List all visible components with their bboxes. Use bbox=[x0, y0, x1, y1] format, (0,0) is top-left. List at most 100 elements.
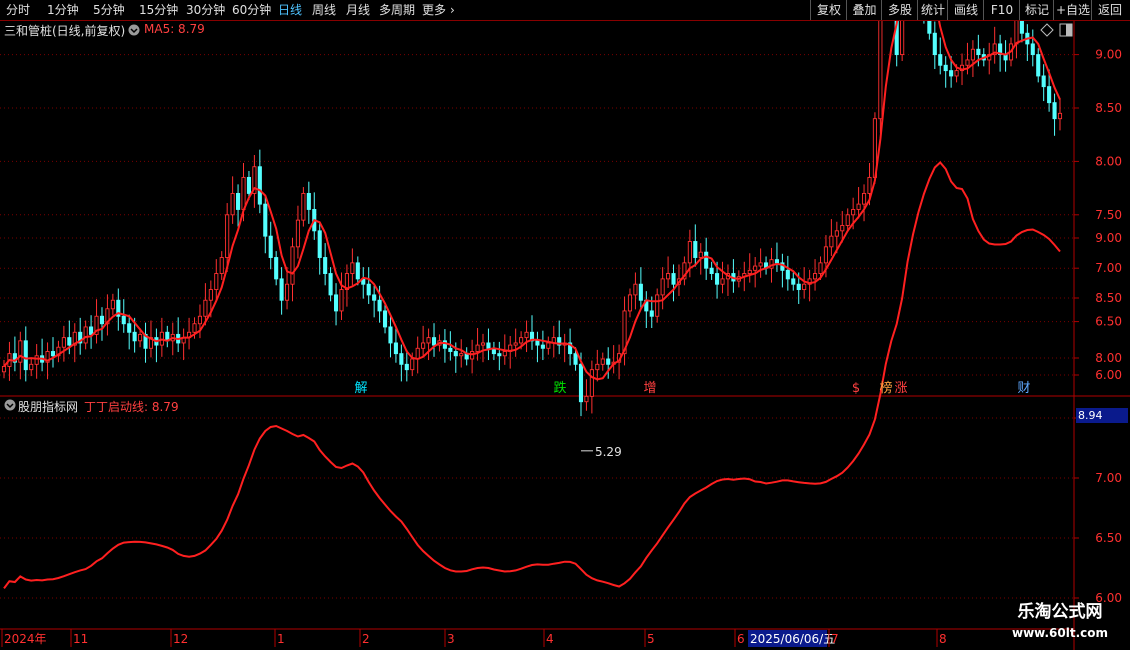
candle bbox=[159, 317, 164, 357]
x-tick-label: 2024年 bbox=[4, 632, 47, 646]
period-tab-weekly[interactable]: 周线 bbox=[312, 0, 336, 20]
candle-body bbox=[480, 342, 486, 346]
overlay-button[interactable]: 叠加 bbox=[846, 0, 882, 20]
candle-body bbox=[747, 269, 752, 274]
y-tick-label: 9.00 bbox=[1095, 231, 1122, 245]
diamond-icon bbox=[1040, 23, 1054, 37]
candle bbox=[529, 315, 535, 350]
multi-stock-button[interactable]: 多股 bbox=[881, 0, 918, 20]
candle-body bbox=[720, 278, 725, 285]
y-tick-label: 8.00 bbox=[1095, 351, 1122, 365]
back-button[interactable]: 返回 bbox=[1091, 0, 1128, 20]
period-tab-fenshi[interactable]: 分时 bbox=[6, 0, 30, 20]
chevron-right-icon[interactable]: › bbox=[450, 0, 455, 20]
candle-body bbox=[823, 246, 828, 264]
f10-button[interactable]: F10 bbox=[983, 0, 1020, 20]
candle bbox=[388, 315, 393, 358]
candle bbox=[279, 267, 284, 315]
event-marker: $ bbox=[852, 381, 860, 396]
period-tab-1min[interactable]: 1分钟 bbox=[47, 0, 79, 20]
candle bbox=[627, 288, 633, 318]
period-tab-monthly[interactable]: 月线 bbox=[346, 0, 370, 20]
candle-body bbox=[829, 235, 834, 248]
event-marker: 跌 bbox=[553, 380, 566, 396]
candle-body bbox=[377, 299, 382, 312]
candle-body bbox=[241, 176, 246, 210]
candle bbox=[382, 304, 388, 334]
candle-body bbox=[546, 342, 551, 349]
candle-body bbox=[818, 262, 823, 274]
chevron-down-icon[interactable] bbox=[128, 24, 140, 36]
panel-controls[interactable] bbox=[1040, 23, 1074, 37]
candle-body bbox=[578, 363, 584, 403]
candle-body bbox=[861, 192, 867, 205]
candle-body bbox=[834, 230, 839, 237]
candle-body bbox=[110, 299, 115, 310]
candle-body bbox=[840, 225, 845, 232]
candle bbox=[40, 338, 45, 372]
mark-button[interactable]: 标记 bbox=[1019, 0, 1054, 20]
candle-body bbox=[938, 54, 943, 66]
candle bbox=[176, 317, 181, 353]
period-tab-60min[interactable]: 60分钟 bbox=[232, 0, 271, 20]
candle-body bbox=[382, 310, 388, 328]
candle-body bbox=[519, 337, 524, 344]
candle bbox=[431, 323, 437, 357]
candle bbox=[992, 26, 997, 64]
candle bbox=[720, 261, 725, 294]
watermark-url: www.60lt.com bbox=[1011, 626, 1109, 640]
candle bbox=[219, 251, 224, 280]
period-tab-30min[interactable]: 30分钟 bbox=[186, 0, 225, 20]
candle bbox=[704, 237, 709, 280]
candle-body bbox=[290, 246, 295, 285]
candle-body bbox=[263, 203, 268, 237]
candle bbox=[344, 264, 349, 307]
candle bbox=[1041, 64, 1046, 102]
candle-body bbox=[333, 294, 339, 312]
candle bbox=[61, 325, 66, 362]
candle-body bbox=[1, 366, 7, 373]
candle bbox=[600, 352, 605, 371]
candle-body bbox=[1047, 86, 1052, 104]
watermark: 乐淘公式网 www.60lt.com bbox=[996, 600, 1124, 646]
cursor-date-label: 2025/06/06/五 bbox=[750, 632, 835, 646]
x-tick-label: 1 bbox=[277, 632, 285, 646]
candle bbox=[442, 329, 447, 363]
candle-body bbox=[127, 323, 132, 333]
draw-line-button[interactable]: 画线 bbox=[947, 0, 984, 20]
candle-body bbox=[698, 251, 703, 258]
candle-body bbox=[328, 273, 333, 296]
candle-body bbox=[813, 273, 818, 280]
event-marker: 财 bbox=[1017, 381, 1030, 396]
candle bbox=[230, 176, 235, 224]
period-tab-5min[interactable]: 5分钟 bbox=[93, 0, 125, 20]
restore-rights-button[interactable]: 复权 bbox=[810, 0, 847, 20]
period-tab-more[interactable]: 更多 bbox=[422, 0, 446, 20]
candle-body bbox=[497, 353, 502, 357]
chevron-down-icon[interactable] bbox=[4, 399, 16, 411]
watermark-title: 乐淘公式网 bbox=[1017, 602, 1103, 622]
candle bbox=[116, 288, 121, 331]
candle bbox=[426, 328, 431, 361]
candle bbox=[50, 337, 56, 368]
candle bbox=[475, 328, 480, 361]
candle-body bbox=[655, 294, 660, 317]
candle bbox=[813, 259, 818, 291]
add-watchlist-button[interactable]: +自选 bbox=[1053, 0, 1092, 20]
candle-body bbox=[633, 283, 638, 296]
candle bbox=[317, 221, 322, 275]
x-tick-label: 5 bbox=[647, 632, 655, 646]
candle bbox=[470, 339, 475, 374]
period-tab-daily[interactable]: 日线 bbox=[278, 0, 302, 20]
statistics-button[interactable]: 统计 bbox=[917, 0, 948, 20]
candle-body bbox=[1041, 75, 1046, 88]
candle-body bbox=[856, 203, 861, 210]
period-tab-multi[interactable]: 多周期 bbox=[379, 0, 415, 20]
candle-body bbox=[323, 257, 328, 274]
kline-chart[interactable]: 6.006.507.007.508.008.509.009.5010.0010.… bbox=[0, 21, 1130, 650]
candle-body bbox=[1036, 54, 1041, 77]
candle-body bbox=[83, 326, 88, 344]
candle bbox=[540, 330, 545, 361]
candle bbox=[524, 320, 529, 353]
period-tab-15min[interactable]: 15分钟 bbox=[139, 0, 178, 20]
